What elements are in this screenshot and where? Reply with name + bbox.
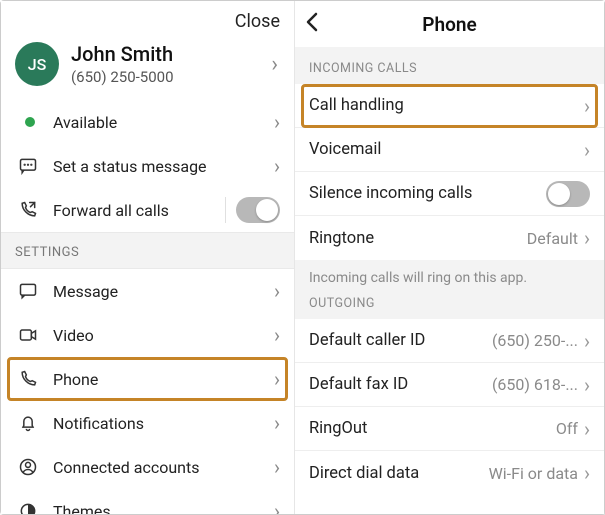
chevron-right-icon: › bbox=[274, 411, 280, 435]
chevron-right-icon: › bbox=[274, 499, 280, 514]
row-label: Silence incoming calls bbox=[309, 184, 546, 203]
chevron-right-icon: › bbox=[584, 373, 590, 397]
row-default-fax-id[interactable]: Default fax ID (650) 618-... › bbox=[295, 363, 604, 407]
divider bbox=[225, 197, 226, 223]
bell-icon bbox=[15, 413, 41, 433]
outgoing-header: OUTGOING bbox=[295, 290, 604, 319]
sidebar-item-label: Notifications bbox=[53, 414, 274, 433]
forward-toggle[interactable] bbox=[236, 197, 280, 223]
sidebar-item-label: Message bbox=[53, 282, 274, 301]
sidebar-item-message[interactable]: Message › bbox=[1, 269, 294, 313]
chevron-right-icon: › bbox=[584, 329, 590, 353]
row-value: Wi-Fi or data bbox=[489, 464, 578, 483]
chevron-right-icon: › bbox=[274, 367, 280, 391]
chevron-right-icon: › bbox=[274, 455, 280, 479]
avatar: JS bbox=[15, 42, 59, 86]
profile-name: John Smith bbox=[71, 42, 269, 66]
row-label: Voicemail bbox=[309, 140, 584, 159]
message-bubble-icon bbox=[15, 156, 41, 176]
chevron-right-icon: › bbox=[274, 154, 280, 178]
sidebar-item-phone[interactable]: Phone › bbox=[1, 357, 294, 401]
row-direct-dial-data[interactable]: Direct dial data Wi-Fi or data › bbox=[295, 451, 604, 495]
sidebar-item-label: Video bbox=[53, 326, 274, 345]
chevron-right-icon: › bbox=[274, 323, 280, 347]
header: Phone bbox=[295, 1, 604, 47]
sidebar-item-video[interactable]: Video › bbox=[1, 313, 294, 357]
forward-calls-row[interactable]: Forward all calls bbox=[1, 188, 294, 232]
chevron-right-icon: › bbox=[274, 110, 280, 134]
row-label: Default caller ID bbox=[309, 331, 492, 350]
row-label: Call handling bbox=[309, 96, 584, 115]
row-call-handling[interactable]: Call handling › bbox=[295, 84, 604, 128]
chevron-right-icon: › bbox=[269, 52, 280, 77]
back-button[interactable] bbox=[305, 11, 321, 33]
sidebar-item-label: Themes bbox=[53, 502, 274, 515]
video-icon bbox=[15, 325, 41, 345]
user-icon bbox=[15, 457, 41, 477]
profile-row[interactable]: JS John Smith (650) 250-5000 › bbox=[1, 32, 294, 100]
chevron-right-icon: › bbox=[584, 138, 590, 162]
chevron-right-icon: › bbox=[274, 279, 280, 303]
row-label: Direct dial data bbox=[309, 464, 489, 483]
row-label: Ringtone bbox=[309, 229, 527, 248]
status-label: Available bbox=[53, 113, 274, 132]
set-status-row[interactable]: Set a status message › bbox=[1, 144, 294, 188]
forward-label: Forward all calls bbox=[53, 201, 215, 220]
theme-icon bbox=[15, 501, 41, 514]
status-dot-icon bbox=[25, 117, 35, 127]
close-button[interactable]: Close bbox=[235, 11, 280, 32]
sidebar-item-themes[interactable]: Themes › bbox=[1, 489, 294, 514]
settings-sidebar: Close JS John Smith (650) 250-5000 › Ava… bbox=[1, 1, 295, 514]
row-value: (650) 618-... bbox=[492, 375, 578, 394]
status-row[interactable]: Available › bbox=[1, 100, 294, 144]
row-default-caller-id[interactable]: Default caller ID (650) 250-... › bbox=[295, 319, 604, 363]
incoming-calls-header: INCOMING CALLS bbox=[295, 47, 604, 84]
phone-settings-pane: Phone INCOMING CALLS Call handling › Voi… bbox=[295, 1, 604, 514]
row-ringout[interactable]: RingOut Off › bbox=[295, 407, 604, 451]
sidebar-item-label: Phone bbox=[53, 370, 274, 389]
row-label: Default fax ID bbox=[309, 375, 492, 394]
phone-icon bbox=[15, 369, 41, 389]
row-ringtone[interactable]: Ringtone Default › bbox=[295, 216, 604, 260]
forward-call-icon bbox=[15, 200, 41, 220]
row-value: Default bbox=[527, 229, 578, 248]
sidebar-item-connected-accounts[interactable]: Connected accounts › bbox=[1, 445, 294, 489]
set-status-label: Set a status message bbox=[53, 157, 274, 176]
row-value: (650) 250-... bbox=[492, 331, 578, 350]
row-silence-incoming[interactable]: Silence incoming calls bbox=[295, 172, 604, 216]
page-title: Phone bbox=[422, 13, 476, 36]
chevron-right-icon: › bbox=[584, 94, 590, 118]
incoming-hint: Incoming calls will ring on this app. bbox=[295, 260, 604, 290]
chevron-right-icon: › bbox=[584, 417, 590, 441]
silence-toggle[interactable] bbox=[546, 181, 590, 207]
profile-phone: (650) 250-5000 bbox=[71, 68, 269, 86]
settings-header: SETTINGS bbox=[1, 232, 294, 269]
message-icon bbox=[15, 281, 41, 301]
sidebar-item-label: Connected accounts bbox=[53, 458, 274, 477]
row-value: Off bbox=[556, 419, 578, 438]
row-voicemail[interactable]: Voicemail › bbox=[295, 128, 604, 172]
chevron-right-icon: › bbox=[584, 226, 590, 250]
sidebar-item-notifications[interactable]: Notifications › bbox=[1, 401, 294, 445]
row-label: RingOut bbox=[309, 419, 556, 438]
chevron-right-icon: › bbox=[584, 461, 590, 485]
